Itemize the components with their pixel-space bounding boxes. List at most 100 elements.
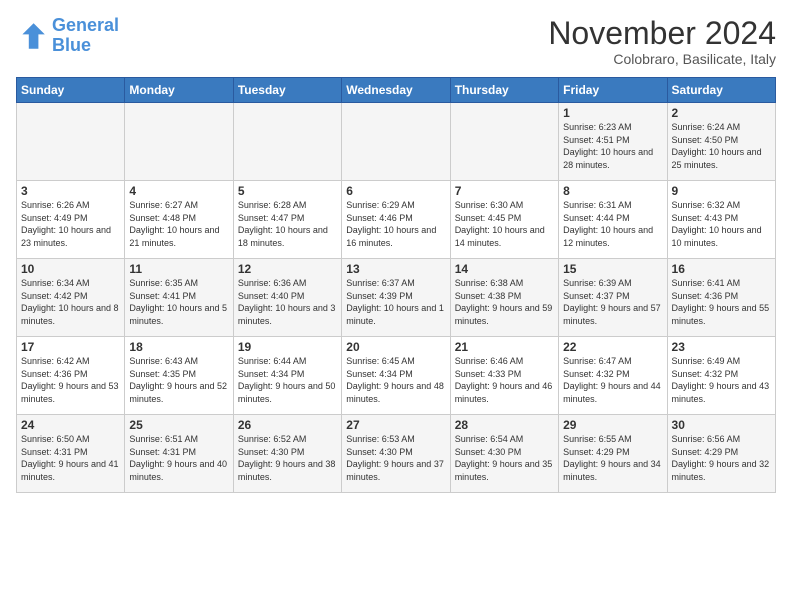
day-number: 2 <box>672 106 771 120</box>
day-number: 27 <box>346 418 445 432</box>
cell-1-4: 7Sunrise: 6:30 AM Sunset: 4:45 PM Daylig… <box>450 181 558 259</box>
day-number: 14 <box>455 262 554 276</box>
cell-0-3 <box>342 103 450 181</box>
day-info: Sunrise: 6:52 AM Sunset: 4:30 PM Dayligh… <box>238 433 337 483</box>
cell-4-1: 25Sunrise: 6:51 AM Sunset: 4:31 PM Dayli… <box>125 415 233 493</box>
day-info: Sunrise: 6:23 AM Sunset: 4:51 PM Dayligh… <box>563 121 662 171</box>
col-monday: Monday <box>125 78 233 103</box>
cell-0-4 <box>450 103 558 181</box>
day-info: Sunrise: 6:50 AM Sunset: 4:31 PM Dayligh… <box>21 433 120 483</box>
day-info: Sunrise: 6:41 AM Sunset: 4:36 PM Dayligh… <box>672 277 771 327</box>
cell-3-3: 20Sunrise: 6:45 AM Sunset: 4:34 PM Dayli… <box>342 337 450 415</box>
day-number: 24 <box>21 418 120 432</box>
cell-1-6: 9Sunrise: 6:32 AM Sunset: 4:43 PM Daylig… <box>667 181 775 259</box>
day-info: Sunrise: 6:30 AM Sunset: 4:45 PM Dayligh… <box>455 199 554 249</box>
cell-2-3: 13Sunrise: 6:37 AM Sunset: 4:39 PM Dayli… <box>342 259 450 337</box>
day-number: 5 <box>238 184 337 198</box>
page: General Blue November 2024 Colobraro, Ba… <box>0 0 792 612</box>
logo-icon <box>16 20 48 52</box>
day-number: 11 <box>129 262 228 276</box>
col-tuesday: Tuesday <box>233 78 341 103</box>
day-info: Sunrise: 6:49 AM Sunset: 4:32 PM Dayligh… <box>672 355 771 405</box>
col-sunday: Sunday <box>17 78 125 103</box>
day-info: Sunrise: 6:44 AM Sunset: 4:34 PM Dayligh… <box>238 355 337 405</box>
cell-0-5: 1Sunrise: 6:23 AM Sunset: 4:51 PM Daylig… <box>559 103 667 181</box>
day-number: 13 <box>346 262 445 276</box>
week-row-0: 1Sunrise: 6:23 AM Sunset: 4:51 PM Daylig… <box>17 103 776 181</box>
day-number: 21 <box>455 340 554 354</box>
day-number: 3 <box>21 184 120 198</box>
logo: General Blue <box>16 16 119 56</box>
header-row: Sunday Monday Tuesday Wednesday Thursday… <box>17 78 776 103</box>
day-number: 26 <box>238 418 337 432</box>
cell-3-1: 18Sunrise: 6:43 AM Sunset: 4:35 PM Dayli… <box>125 337 233 415</box>
day-info: Sunrise: 6:28 AM Sunset: 4:47 PM Dayligh… <box>238 199 337 249</box>
cell-1-2: 5Sunrise: 6:28 AM Sunset: 4:47 PM Daylig… <box>233 181 341 259</box>
day-info: Sunrise: 6:24 AM Sunset: 4:50 PM Dayligh… <box>672 121 771 171</box>
day-info: Sunrise: 6:43 AM Sunset: 4:35 PM Dayligh… <box>129 355 228 405</box>
day-info: Sunrise: 6:34 AM Sunset: 4:42 PM Dayligh… <box>21 277 120 327</box>
day-number: 18 <box>129 340 228 354</box>
day-number: 17 <box>21 340 120 354</box>
col-saturday: Saturday <box>667 78 775 103</box>
day-info: Sunrise: 6:27 AM Sunset: 4:48 PM Dayligh… <box>129 199 228 249</box>
cell-3-5: 22Sunrise: 6:47 AM Sunset: 4:32 PM Dayli… <box>559 337 667 415</box>
day-number: 20 <box>346 340 445 354</box>
day-info: Sunrise: 6:46 AM Sunset: 4:33 PM Dayligh… <box>455 355 554 405</box>
day-number: 12 <box>238 262 337 276</box>
cell-4-5: 29Sunrise: 6:55 AM Sunset: 4:29 PM Dayli… <box>559 415 667 493</box>
cell-4-6: 30Sunrise: 6:56 AM Sunset: 4:29 PM Dayli… <box>667 415 775 493</box>
cell-2-2: 12Sunrise: 6:36 AM Sunset: 4:40 PM Dayli… <box>233 259 341 337</box>
cell-1-5: 8Sunrise: 6:31 AM Sunset: 4:44 PM Daylig… <box>559 181 667 259</box>
cell-1-0: 3Sunrise: 6:26 AM Sunset: 4:49 PM Daylig… <box>17 181 125 259</box>
cell-3-2: 19Sunrise: 6:44 AM Sunset: 4:34 PM Dayli… <box>233 337 341 415</box>
calendar-body: 1Sunrise: 6:23 AM Sunset: 4:51 PM Daylig… <box>17 103 776 493</box>
day-number: 15 <box>563 262 662 276</box>
day-info: Sunrise: 6:35 AM Sunset: 4:41 PM Dayligh… <box>129 277 228 327</box>
week-row-3: 17Sunrise: 6:42 AM Sunset: 4:36 PM Dayli… <box>17 337 776 415</box>
day-number: 28 <box>455 418 554 432</box>
day-number: 8 <box>563 184 662 198</box>
day-info: Sunrise: 6:51 AM Sunset: 4:31 PM Dayligh… <box>129 433 228 483</box>
cell-0-6: 2Sunrise: 6:24 AM Sunset: 4:50 PM Daylig… <box>667 103 775 181</box>
col-friday: Friday <box>559 78 667 103</box>
cell-3-4: 21Sunrise: 6:46 AM Sunset: 4:33 PM Dayli… <box>450 337 558 415</box>
day-info: Sunrise: 6:31 AM Sunset: 4:44 PM Dayligh… <box>563 199 662 249</box>
day-info: Sunrise: 6:56 AM Sunset: 4:29 PM Dayligh… <box>672 433 771 483</box>
week-row-4: 24Sunrise: 6:50 AM Sunset: 4:31 PM Dayli… <box>17 415 776 493</box>
cell-3-6: 23Sunrise: 6:49 AM Sunset: 4:32 PM Dayli… <box>667 337 775 415</box>
day-number: 10 <box>21 262 120 276</box>
day-number: 4 <box>129 184 228 198</box>
cell-4-2: 26Sunrise: 6:52 AM Sunset: 4:30 PM Dayli… <box>233 415 341 493</box>
cell-0-0 <box>17 103 125 181</box>
day-number: 7 <box>455 184 554 198</box>
day-number: 16 <box>672 262 771 276</box>
day-number: 19 <box>238 340 337 354</box>
day-info: Sunrise: 6:32 AM Sunset: 4:43 PM Dayligh… <box>672 199 771 249</box>
day-number: 25 <box>129 418 228 432</box>
day-number: 6 <box>346 184 445 198</box>
day-number: 1 <box>563 106 662 120</box>
day-info: Sunrise: 6:38 AM Sunset: 4:38 PM Dayligh… <box>455 277 554 327</box>
calendar-table: Sunday Monday Tuesday Wednesday Thursday… <box>16 77 776 493</box>
day-number: 9 <box>672 184 771 198</box>
cell-2-5: 15Sunrise: 6:39 AM Sunset: 4:37 PM Dayli… <box>559 259 667 337</box>
day-info: Sunrise: 6:37 AM Sunset: 4:39 PM Dayligh… <box>346 277 445 327</box>
cell-4-0: 24Sunrise: 6:50 AM Sunset: 4:31 PM Dayli… <box>17 415 125 493</box>
cell-0-1 <box>125 103 233 181</box>
day-info: Sunrise: 6:45 AM Sunset: 4:34 PM Dayligh… <box>346 355 445 405</box>
subtitle: Colobraro, Basilicate, Italy <box>548 51 776 67</box>
day-info: Sunrise: 6:26 AM Sunset: 4:49 PM Dayligh… <box>21 199 120 249</box>
cell-3-0: 17Sunrise: 6:42 AM Sunset: 4:36 PM Dayli… <box>17 337 125 415</box>
day-number: 22 <box>563 340 662 354</box>
col-thursday: Thursday <box>450 78 558 103</box>
logo-text: General Blue <box>52 16 119 56</box>
title-block: November 2024 Colobraro, Basilicate, Ita… <box>548 16 776 67</box>
cell-2-1: 11Sunrise: 6:35 AM Sunset: 4:41 PM Dayli… <box>125 259 233 337</box>
col-wednesday: Wednesday <box>342 78 450 103</box>
main-title: November 2024 <box>548 16 776 51</box>
week-row-2: 10Sunrise: 6:34 AM Sunset: 4:42 PM Dayli… <box>17 259 776 337</box>
day-info: Sunrise: 6:55 AM Sunset: 4:29 PM Dayligh… <box>563 433 662 483</box>
cell-1-1: 4Sunrise: 6:27 AM Sunset: 4:48 PM Daylig… <box>125 181 233 259</box>
day-info: Sunrise: 6:47 AM Sunset: 4:32 PM Dayligh… <box>563 355 662 405</box>
